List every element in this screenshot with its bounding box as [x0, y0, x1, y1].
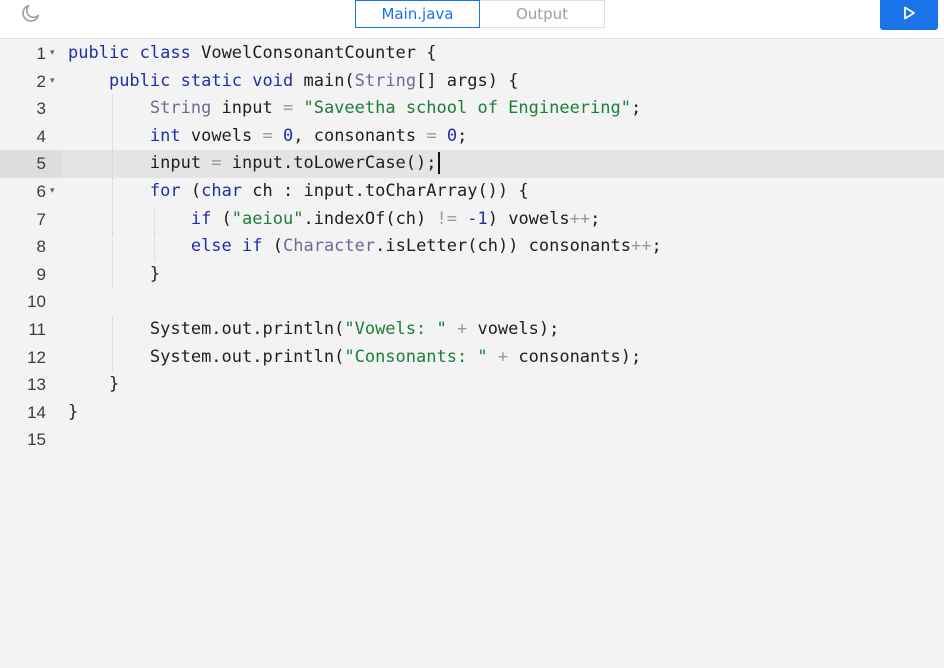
- tab-output[interactable]: Output: [480, 0, 605, 28]
- fold-arrow-icon[interactable]: ▾: [50, 68, 55, 96]
- line-number: 12: [27, 347, 46, 367]
- line-gutter: 13: [0, 371, 62, 399]
- line-gutter: 6 ▾: [0, 178, 62, 206]
- code-line[interactable]: 2 ▾ public static void main(String[] args…: [0, 68, 944, 96]
- moon-icon[interactable]: [18, 0, 44, 26]
- fold-arrow-icon[interactable]: ▾: [50, 40, 55, 68]
- code-line[interactable]: 14}: [0, 399, 944, 427]
- code-text: System.out.println("Vowels: " + vowels);: [149, 319, 560, 339]
- code-line[interactable]: 7 if ("aeiou".indexOf(ch) != -1) vowels+…: [0, 205, 944, 234]
- code-line[interactable]: 11 System.out.println("Vowels: " + vowel…: [0, 316, 944, 344]
- line-gutter: 4: [0, 123, 62, 151]
- code-line[interactable]: 6 ▾ for (char ch : input.toCharArray()) {: [0, 178, 944, 206]
- code-line[interactable]: 3 String input = "Saveetha school of Eng…: [0, 95, 944, 123]
- code-text: System.out.println("Consonants: " + cons…: [149, 346, 642, 367]
- code-text: public static void main(String[] args) {: [108, 70, 519, 91]
- fold-arrow-icon[interactable]: ▾: [50, 178, 55, 206]
- line-number: 1: [36, 44, 46, 63]
- code-text: public class VowelConsonantCounter {: [68, 43, 437, 63]
- play-icon: [901, 5, 917, 26]
- line-gutter: 14: [0, 399, 62, 427]
- line-gutter: 15: [0, 426, 62, 454]
- code-line[interactable]: 12 System.out.println("Consonants: " + c…: [0, 343, 944, 372]
- code-line[interactable]: 15: [0, 426, 944, 454]
- code-text: }: [108, 374, 120, 395]
- line-number: 3: [36, 99, 46, 119]
- code-text: for (char ch : input.toCharArray()) {: [149, 181, 529, 201]
- code-editor[interactable]: 1 ▾ public class VowelConsonantCounter {2 ▾…: [0, 40, 944, 668]
- line-number: 4: [36, 126, 46, 146]
- line-number: 2: [36, 71, 46, 91]
- line-gutter: 7: [0, 206, 62, 234]
- file-tabs: Main.java Output: [355, 0, 605, 30]
- line-number: 11: [28, 320, 46, 339]
- line-number: 13: [27, 375, 46, 395]
- line-gutter: 10: [0, 288, 62, 316]
- code-line[interactable]: 5 input = input.toLowerCase();: [0, 150, 944, 178]
- line-number: 14: [27, 402, 46, 422]
- line-number: 8: [36, 237, 46, 257]
- tab-main-java[interactable]: Main.java: [355, 0, 480, 28]
- code-text: }: [68, 401, 79, 422]
- code-text: if ("aeiou".indexOf(ch) != -1) vowels++;: [190, 208, 601, 229]
- code-text: else if (Character.isLetter(ch)) consona…: [190, 236, 662, 257]
- line-number: 10: [27, 292, 46, 312]
- top-bar: Main.java Output: [0, 0, 944, 39]
- line-number: 9: [36, 264, 46, 284]
- code-line[interactable]: 1 ▾ public class VowelConsonantCounter {: [0, 40, 944, 68]
- code-text: }: [149, 263, 161, 284]
- code-line[interactable]: 13 }: [0, 371, 944, 399]
- line-number: 5: [36, 154, 46, 174]
- line-number: 6: [36, 182, 46, 201]
- code-line[interactable]: 10: [0, 288, 944, 316]
- code-text: int vowels = 0, consonants = 0;: [149, 125, 468, 146]
- line-number: 15: [27, 430, 46, 450]
- text-cursor: [437, 152, 440, 175]
- line-number: 7: [36, 209, 46, 229]
- run-button[interactable]: [880, 0, 938, 30]
- code-text: input = input.toLowerCase();: [68, 150, 440, 178]
- code-line[interactable]: 8 else if (Character.isLetter(ch)) conso…: [0, 233, 944, 261]
- line-gutter: 5: [0, 150, 62, 178]
- line-gutter: 3: [0, 95, 62, 123]
- code-line[interactable]: 9 }: [0, 260, 944, 289]
- line-gutter: 8: [0, 233, 62, 261]
- line-gutter: 9: [0, 261, 62, 289]
- line-gutter: 2 ▾: [0, 68, 62, 96]
- code-line[interactable]: 4 int vowels = 0, consonants = 0;: [0, 122, 944, 151]
- line-gutter: 12: [0, 344, 62, 372]
- line-gutter: 11: [0, 316, 62, 344]
- code-text: String input = "Saveetha school of Engin…: [149, 98, 642, 119]
- line-gutter: 1 ▾: [0, 40, 62, 68]
